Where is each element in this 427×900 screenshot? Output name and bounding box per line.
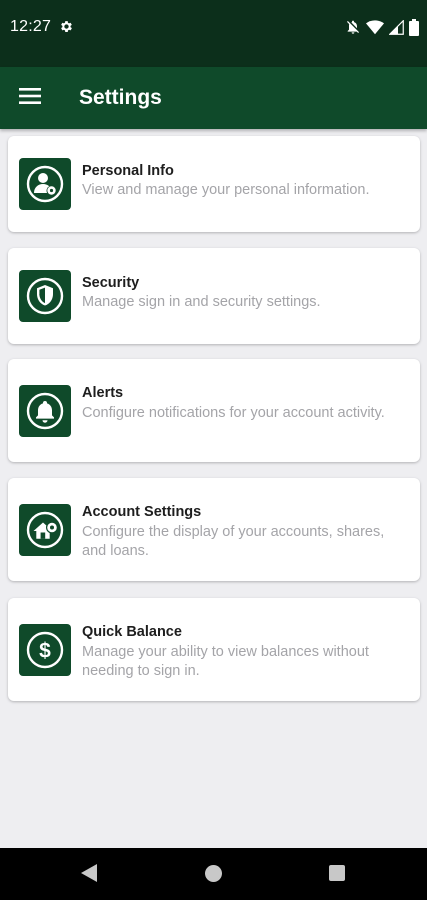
personal-info-description: View and manage your personal informatio…	[82, 182, 370, 198]
personal-info-title: Personal Info	[82, 163, 174, 179]
app-bar: Settings	[0, 67, 427, 129]
wifi-icon	[366, 19, 384, 35]
settings-icon	[59, 19, 74, 34]
home-icon[interactable]	[205, 865, 222, 882]
back-icon[interactable]	[80, 863, 98, 888]
alerts-title: Alerts	[82, 385, 124, 401]
page-title: Settings	[79, 86, 162, 109]
security-description: Manage sign in and security settings.	[82, 294, 321, 310]
account-settings-title: Account Settings	[82, 504, 202, 520]
house-gear-icon	[19, 504, 71, 556]
status-bar: 12:27	[0, 0, 427, 67]
svg-text:$: $	[39, 640, 51, 663]
status-time: 12:27	[10, 18, 52, 35]
person-icon	[19, 158, 71, 210]
security-title: Security	[82, 275, 140, 291]
personal-info-card[interactable]: Personal Info View and manage your perso…	[8, 136, 420, 232]
notifications-off-icon	[345, 19, 361, 35]
battery-icon	[409, 18, 419, 36]
system-nav-bar	[0, 848, 427, 900]
hamburger-menu-icon	[19, 87, 41, 109]
dollar-icon: $	[19, 624, 71, 676]
security-card[interactable]: Security Manage sign in and security set…	[8, 248, 420, 344]
shield-icon	[19, 270, 71, 322]
account-settings-card[interactable]: Account Settings Configure the display o…	[8, 478, 420, 581]
account-settings-description: Configure the display of your accounts, …	[82, 524, 385, 559]
quick-balance-title: Quick Balance	[82, 624, 182, 640]
menu-button[interactable]	[10, 80, 50, 116]
status-icons	[345, 18, 419, 36]
alerts-description: Configure notifications for your account…	[82, 405, 385, 421]
alerts-card[interactable]: Alerts Configure notifications for your …	[8, 359, 420, 462]
quick-balance-description: Manage your ability to view balances wit…	[82, 644, 369, 679]
recents-icon[interactable]	[329, 865, 345, 881]
signal-icon	[389, 19, 404, 35]
bell-icon	[19, 385, 71, 437]
quick-balance-card[interactable]: $ Quick Balance Manage your ability to v…	[8, 598, 420, 701]
settings-list: Personal Info View and manage your perso…	[0, 129, 427, 848]
